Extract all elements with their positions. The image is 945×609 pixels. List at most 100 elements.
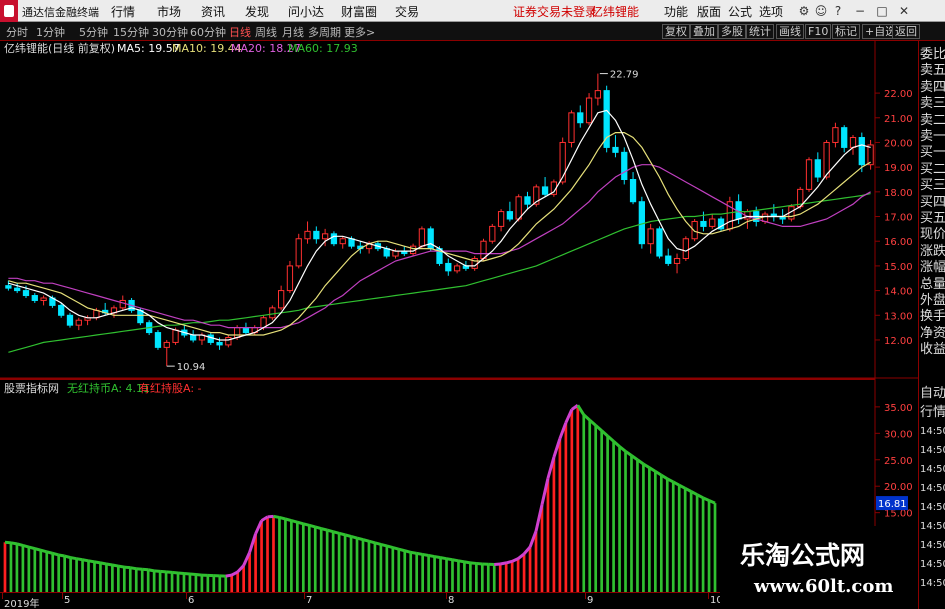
indicator-curve-segment xyxy=(350,535,358,540)
close-icon[interactable]: ✕ xyxy=(895,2,913,20)
time-tick xyxy=(585,593,586,599)
multi-stock-button[interactable]: 多股 xyxy=(718,24,746,39)
indicator-curve-segment xyxy=(136,567,143,571)
indicator-curve-segment xyxy=(225,573,232,578)
period-tick[interactable]: 分时 xyxy=(6,24,28,40)
candle-body xyxy=(58,304,65,316)
candle-body xyxy=(489,225,496,242)
period-5min[interactable]: 5分钟 xyxy=(79,24,108,40)
candle-body xyxy=(709,218,716,227)
skin-icon[interactable]: ⚙ xyxy=(795,2,813,20)
auto-quote-label: 自动 xyxy=(920,386,945,401)
period-day[interactable]: 日线 xyxy=(229,24,251,40)
period-15min[interactable]: 15分钟 xyxy=(113,24,149,40)
menu-wealth[interactable]: 财富圈 xyxy=(341,3,377,20)
indicator-curve-segment xyxy=(410,550,417,555)
mark-button[interactable]: 标记 xyxy=(832,24,860,39)
candle-body xyxy=(216,341,223,346)
indicator-curve-segment xyxy=(320,527,328,532)
period-month[interactable]: 月线 xyxy=(282,24,304,40)
help-icon[interactable]: ? xyxy=(829,2,847,20)
menu-ask[interactable]: 问小达 xyxy=(288,3,324,20)
menu-discover[interactable]: 发现 xyxy=(245,3,269,20)
candle-body xyxy=(524,196,531,205)
pane-separator[interactable] xyxy=(0,378,875,380)
candle-body xyxy=(568,112,575,143)
candle-body xyxy=(682,238,689,259)
indicator-curve-segment xyxy=(4,540,12,545)
indicator-curve-segment xyxy=(416,551,423,556)
minimize-icon[interactable]: − xyxy=(851,2,869,20)
app-logo-icon xyxy=(0,0,18,22)
candle-body xyxy=(269,307,276,319)
menu-news[interactable]: 资讯 xyxy=(201,3,225,20)
period-more[interactable]: 更多> xyxy=(344,24,375,40)
menu-options[interactable]: 选项 xyxy=(759,3,783,20)
indicator-curve-segment xyxy=(332,530,340,535)
menu-layout[interactable]: 版面 xyxy=(697,3,721,20)
price-chart[interactable]: 亿纬锂能(日线 前复权) MA5: 19.57 MA10: 19.44 MA20… xyxy=(0,41,918,592)
draw-line-button[interactable]: 画线 xyxy=(776,24,804,39)
period-60min[interactable]: 60分钟 xyxy=(190,24,226,40)
indicator-curve-segment xyxy=(308,523,316,529)
indicator-curve-segment xyxy=(165,570,173,574)
candle-body xyxy=(629,179,637,203)
time-label: 2019年 xyxy=(4,599,40,609)
price-tick-label: 12.00 xyxy=(884,336,913,347)
price-tick-label: 18.00 xyxy=(884,188,913,199)
menu-function[interactable]: 功能 xyxy=(664,3,688,20)
indicator-curve-segment xyxy=(171,570,179,575)
watermark-url: www.60lt.com xyxy=(754,576,894,597)
menu-market[interactable]: 市场 xyxy=(157,3,181,20)
candle-body xyxy=(119,299,126,309)
menu-trade[interactable]: 交易 xyxy=(395,3,419,20)
candle-body xyxy=(5,285,12,289)
time-label: 9 xyxy=(587,595,594,606)
candle-body xyxy=(172,329,179,343)
indicator-curve-segment xyxy=(392,546,400,551)
candle-body xyxy=(348,238,355,247)
menu-quotes[interactable]: 行情 xyxy=(111,3,135,20)
f10-button[interactable]: F10 xyxy=(805,24,832,39)
indicator-curve-segment xyxy=(88,559,95,564)
period-1min[interactable]: 1分钟 xyxy=(36,24,65,40)
candle-body xyxy=(541,186,549,195)
candle-body xyxy=(31,295,38,301)
menubar: 通达信金融终端 行情 市场 资讯 发现 问小达 财富圈 交易 证券交易未登录 亿… xyxy=(0,0,945,22)
time-tick xyxy=(304,593,305,599)
maximize-icon[interactable]: □ xyxy=(873,2,891,20)
current-value-label: 16.81 xyxy=(878,499,907,510)
indicator-curve-segment xyxy=(279,515,286,521)
indicator-curve-segment xyxy=(273,514,280,519)
indicator-curve-segment xyxy=(100,561,107,566)
indicator-curve-segment xyxy=(302,522,310,527)
indicator-curve-segment xyxy=(470,561,477,565)
tick-time: 14:50 xyxy=(920,502,945,513)
period-multi[interactable]: 多周期 xyxy=(308,24,341,40)
login-notice[interactable]: 证券交易未登录 xyxy=(513,3,597,20)
indicator-curve-segment xyxy=(22,544,30,549)
candle-body xyxy=(445,262,452,272)
price-tick-label: 15.00 xyxy=(884,262,913,273)
period-30min[interactable]: 30分钟 xyxy=(152,24,188,40)
user-icon[interactable]: ☺ xyxy=(812,2,830,20)
indicator-tick-label: 30.00 xyxy=(884,429,913,440)
indicator-curve-segment xyxy=(195,573,203,577)
candle-body xyxy=(14,287,21,292)
indicator-curve-segment xyxy=(28,545,36,551)
indicator-curve-segment xyxy=(380,542,388,548)
time-tick xyxy=(62,593,63,599)
statistics-button[interactable]: 统计 xyxy=(746,24,774,39)
indicator-curve-segment xyxy=(130,566,137,571)
candle-body xyxy=(858,137,865,166)
indicator-curve-segment xyxy=(428,554,435,559)
time-tick xyxy=(2,593,3,599)
overlay-button[interactable]: 叠加 xyxy=(690,24,718,39)
back-button[interactable]: 返回 xyxy=(892,24,920,39)
menu-formula[interactable]: 公式 xyxy=(728,3,752,20)
restore-right-button[interactable]: 复权 xyxy=(662,24,690,39)
indicator-curve-segment xyxy=(458,559,465,564)
candle-body xyxy=(163,341,170,348)
period-week[interactable]: 周线 xyxy=(255,24,277,40)
time-tick xyxy=(186,593,187,599)
